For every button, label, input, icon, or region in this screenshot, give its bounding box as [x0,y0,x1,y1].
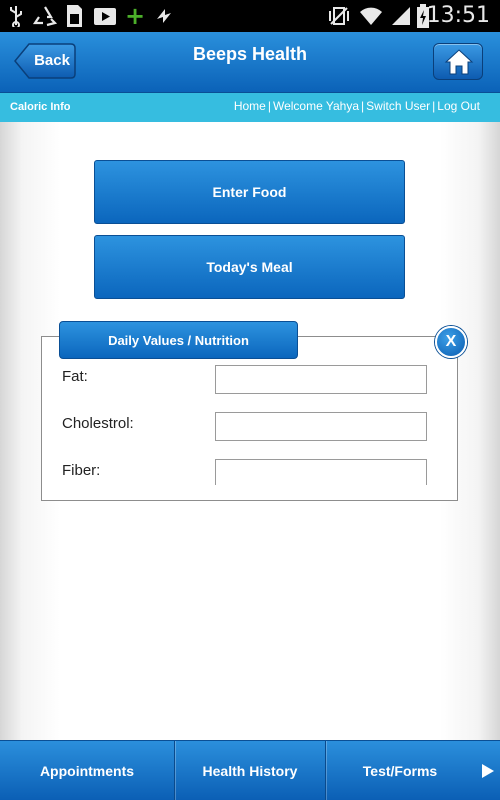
fiber-label: Fiber: [62,462,101,479]
main-content: Enter Food Today's Meal Daily Values / N… [0,122,500,740]
fiber-input[interactable] [215,459,427,485]
vibrate-icon [326,4,352,28]
bottom-nav: Appointments Health History Test/Forms [0,740,500,800]
enter-food-button[interactable]: Enter Food [94,160,405,224]
log-out-link[interactable]: Log Out [437,99,480,113]
cholestrol-label: Cholestrol: [62,415,134,432]
home-button[interactable] [433,43,483,80]
back-button[interactable]: Back [14,43,76,79]
clock: 13:51 [426,3,490,28]
page-title: Beeps Health [192,44,308,64]
top-links: Home | Welcome Yahya | Switch User | Log… [234,99,480,113]
todays-meal-button[interactable]: Today's Meal [94,235,405,299]
sync-icon [152,4,176,28]
sd-card-icon [63,4,85,28]
nav-appointments[interactable]: Appointments [0,741,174,800]
nav-health-history[interactable]: Health History [175,741,325,800]
welcome-link[interactable]: Welcome Yahya [273,99,359,113]
fat-label: Fat: [62,368,88,385]
cholestrol-input[interactable] [215,412,427,441]
link-separator: | [432,99,436,113]
switch-user-link[interactable]: Switch User [366,99,430,113]
home-icon [444,49,474,75]
link-separator: | [267,99,271,113]
link-separator: | [361,99,365,113]
home-link[interactable]: Home [234,99,266,113]
right-arrow-icon[interactable] [482,764,494,778]
fat-input[interactable] [215,365,427,394]
play-store-icon [92,4,118,28]
section-title: Caloric Info [10,101,71,113]
signal-icon [389,4,413,28]
wifi-icon [357,4,385,28]
app-header: Back Beeps Health [0,32,500,93]
back-label: Back [34,52,70,69]
recycle-icon [32,4,58,28]
plus-icon: + [124,2,146,30]
status-bar: + 13:51 [0,0,500,32]
usb-icon [6,4,26,28]
nutrition-panel-title: Daily Values / Nutrition [59,321,298,359]
subheader: Caloric Info Home | Welcome Yahya | Swit… [0,93,500,122]
nav-test-forms[interactable]: Test/Forms [326,741,474,800]
close-button[interactable]: X [435,326,467,358]
